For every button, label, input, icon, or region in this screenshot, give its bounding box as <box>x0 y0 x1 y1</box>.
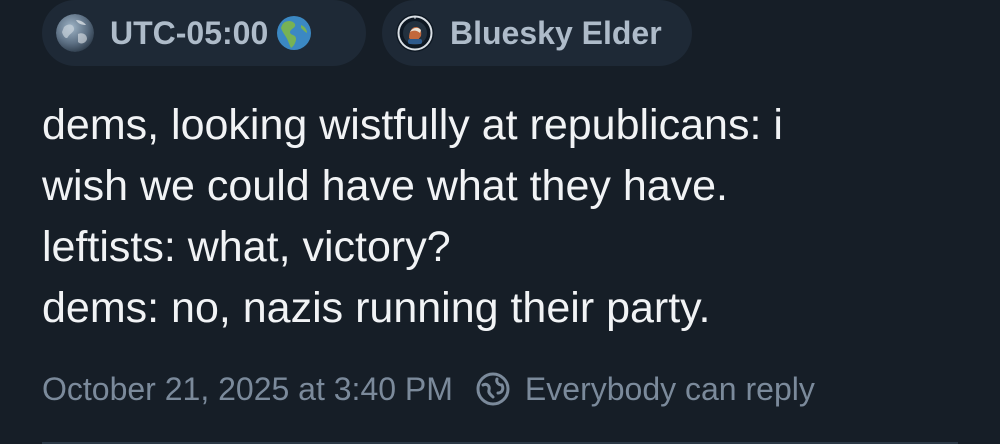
post-line: leftists: what, victory? <box>42 223 451 271</box>
globe-reply-icon <box>476 372 510 406</box>
post-timestamp[interactable]: October 21, 2025 at 3:40 PM <box>42 371 453 408</box>
label-badges: UTC-05:00 Bluesky Elder <box>42 0 692 66</box>
globe-americas-icon <box>276 15 312 51</box>
post-line: dems: no, nazis running their party. <box>42 284 711 332</box>
post-line: dems, looking wistfully at republicans: … <box>42 101 783 149</box>
timezone-label: UTC-05:00 <box>110 14 269 51</box>
earth-globe-icon <box>56 14 94 52</box>
post-meta: October 21, 2025 at 3:40 PM Everybody ca… <box>42 366 815 412</box>
post-line: wish we could have what they have. <box>42 162 729 210</box>
timezone-badge[interactable]: UTC-05:00 <box>42 0 366 66</box>
elder-badge-icon <box>396 14 434 52</box>
post-text: dems, looking wistfully at republicans: … <box>42 95 962 339</box>
bluesky-elder-badge[interactable]: Bluesky Elder <box>382 0 692 66</box>
reply-setting[interactable]: Everybody can reply <box>525 371 815 408</box>
community-badge-label: Bluesky Elder <box>450 14 662 51</box>
